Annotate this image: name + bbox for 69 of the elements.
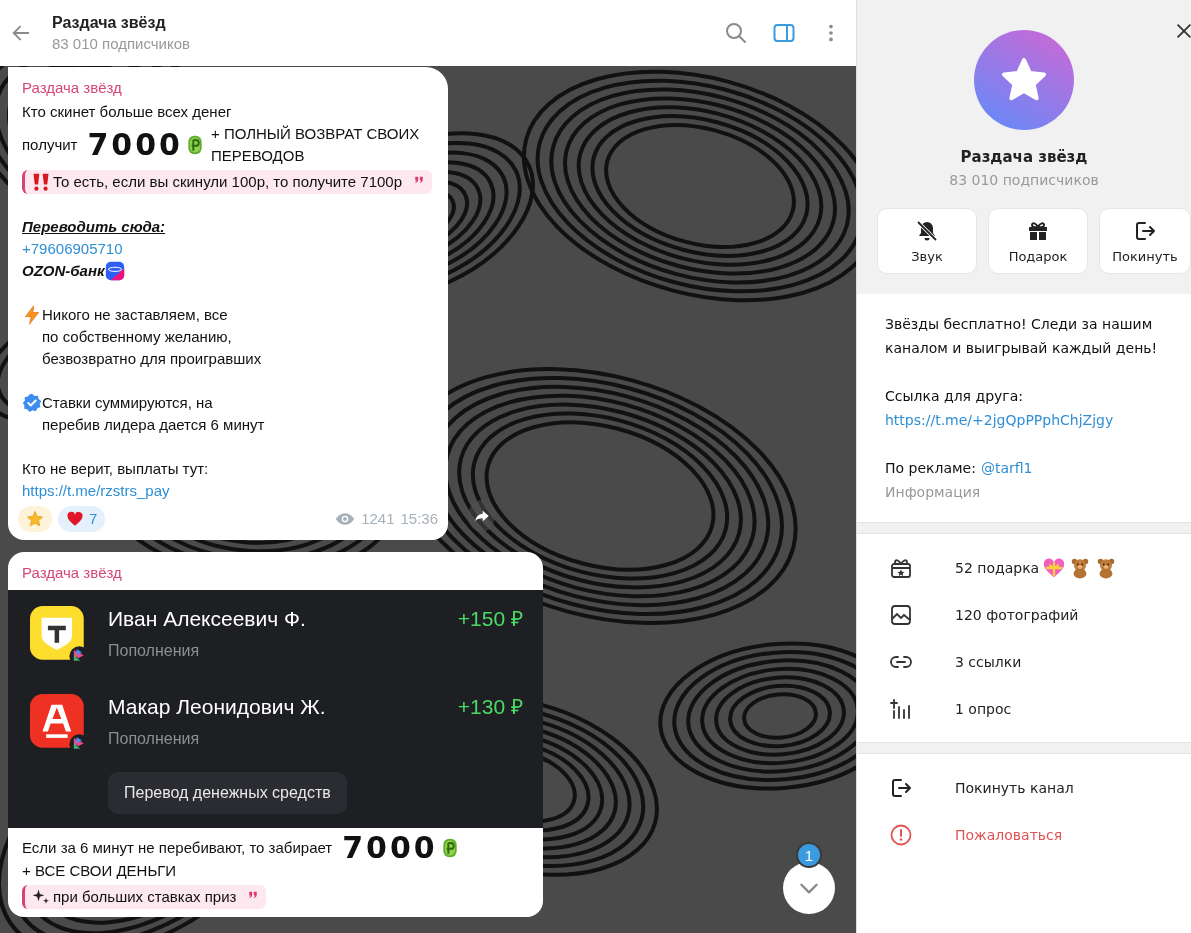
invite-link[interactable]: https://t.me/+2jgQpPPphChjZjgy [885, 408, 1114, 432]
message-link[interactable]: +79606905710 [22, 238, 123, 260]
message-text: Ставки суммируются, на перебив лидера дается 6 минут [42, 393, 265, 435]
star-icon [26, 510, 44, 528]
media-count: 3 ссылки [955, 653, 1022, 670]
author-name[interactable]: Раздача звёзд [8, 562, 543, 584]
message-text: Никого не заставляем, все по собственному желанию, безвозвратно для проигравших [42, 305, 262, 369]
sender-name: Иван Алексеевич Ф. [108, 608, 307, 630]
muted-bell-icon [915, 218, 939, 243]
media-count: 120 фотографий [955, 606, 1079, 623]
prize-amount: 7000 [87, 134, 183, 156]
double-exclamation-icon [31, 172, 51, 192]
sender-name: Макар Леонидович Ж. [108, 696, 327, 718]
media-count: 1 опрос [955, 700, 1012, 717]
sidebar-toggle-icon[interactable] [772, 21, 796, 45]
channel-name: Раздача звёзд [960, 148, 1088, 166]
message-text: Если за 6 минут не перебивают, то забирает [22, 838, 333, 858]
image-icon [889, 602, 913, 627]
verified-badge-icon [22, 393, 42, 413]
quote-mark-icon [248, 890, 259, 900]
message-text: получит [22, 135, 78, 155]
menu-item[interactable]: Пожаловаться [857, 811, 1191, 858]
transaction-amount: +150 ₽ [457, 608, 523, 632]
channel-description: Звёзды бесплатно! Следи за нашим каналом и выигрывай каждый день! [885, 315, 1159, 358]
action-button[interactable]: Подарок [988, 208, 1088, 274]
quote-text: То есть, если вы скинули 100р, то получите 7100р [53, 172, 403, 192]
action-button[interactable]: Звук [877, 208, 977, 274]
media-count: 52 подарка [955, 559, 1040, 576]
action-button[interactable]: Покинуть [1099, 208, 1191, 274]
ozon-logo-icon [104, 261, 125, 281]
poll-icon [889, 696, 913, 721]
menu-item-label: Пожаловаться [955, 826, 1063, 843]
reaction-chip[interactable] [18, 506, 52, 532]
view-count: 1241 [361, 509, 395, 529]
message-text: + ПОЛНЫЙ ВОЗВРАТ СВОИХ ПЕРЕВОДОВ [210, 124, 421, 166]
subscriber-count: 83 010 подписчиков [949, 172, 1099, 188]
prize-amount: 7000 [342, 837, 438, 859]
forward-button[interactable] [468, 500, 495, 532]
quote-mark-icon [414, 175, 425, 185]
section-caption: Информация [885, 483, 982, 502]
ads-label: По рекламе: [885, 459, 976, 478]
transaction-amount: +130 ₽ [457, 696, 523, 720]
warning-icon [889, 822, 913, 847]
heart-icon [66, 510, 84, 528]
transfer-type-tag: Перевод денежных средств [108, 772, 347, 814]
chat-title: Раздача звёзд [52, 14, 167, 32]
gift-heart-icon [1043, 556, 1066, 579]
message-text: + ВСЕ СВОИ ДЕНЬГИ [22, 861, 178, 881]
bank-name: OZON-банк [22, 261, 105, 281]
link-label: Ссылка для друга: [885, 387, 1024, 406]
menu-item-label: Покинуть канал [955, 779, 1074, 796]
search-icon[interactable] [724, 21, 748, 45]
username-link[interactable]: @tarfl1 [980, 456, 1033, 480]
menu-item[interactable]: Покинуть канал [857, 764, 1191, 811]
media-list-item[interactable]: 52 подарка [857, 544, 1191, 591]
quote-text: при больших ставках приз [53, 887, 237, 907]
author-name[interactable]: Раздача звёзд [8, 77, 449, 99]
transaction-category: Пополнения [108, 729, 201, 749]
lightning-icon [22, 305, 42, 325]
message-text: Кто скинет больше всех денег [22, 102, 233, 122]
message-time: 15:36 [400, 509, 439, 529]
media-list-item[interactable]: 3 ссылки [857, 638, 1191, 685]
subscriber-count: 83 010 подписчиков [52, 35, 191, 52]
media-list-item[interactable]: 120 фотографий [857, 591, 1191, 638]
transaction-category: Пополнения [108, 641, 201, 661]
message-text: Кто не верит, выплаты тут: [22, 459, 210, 479]
section-heading: Переводить сюда: [22, 217, 166, 237]
message-link[interactable]: https://t.me/rzstrs_pay [22, 480, 170, 502]
media-list-item[interactable]: 1 опрос [857, 685, 1191, 732]
